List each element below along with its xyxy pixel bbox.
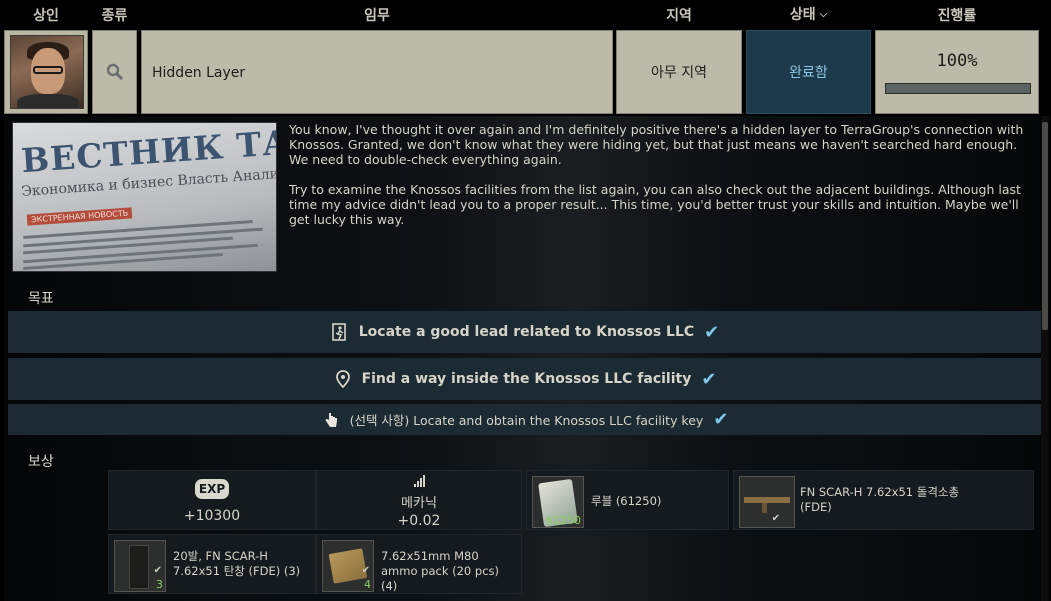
reward-roubles[interactable]: 61250 루블 (61250) [526, 470, 729, 530]
progress-bar-fill [886, 84, 1030, 93]
scrollbar-thumb[interactable] [1042, 122, 1048, 330]
found-in-raid-icon: ✔ [361, 565, 370, 576]
magazine-label: 20발, FN SCAR-H 7.62x51 탄창 (FDE) (3) [173, 549, 301, 578]
location-pin-icon [334, 370, 352, 388]
quest-location: 아무 지역 [616, 30, 742, 114]
table-header: 상인 종류 임무 지역 상태 ⌵ 진행률 [0, 0, 1051, 30]
check-icon: ✔ [704, 321, 720, 343]
magazine-item-image[interactable]: ✔ 3 [114, 540, 166, 592]
objective-1: Locate a good lead related to Knossos LL… [8, 311, 1042, 353]
skill-level-icon [414, 475, 425, 487]
quest-type-cell [92, 30, 137, 114]
progress-percent: 100% [936, 51, 978, 71]
exit-door-icon [331, 323, 349, 341]
reward-ammo-pack[interactable]: ✔ 4 7.62x51mm M80 ammo pack (20 pcs) (4) [316, 534, 522, 594]
magazine-icon [129, 545, 149, 589]
reward-rifle[interactable]: ✔ FN SCAR-H 7.62x51 돌격소총 (FDE) [733, 470, 1034, 530]
check-icon: ✔ [713, 409, 729, 430]
found-in-raid-icon: ✔ [153, 565, 162, 576]
rewards-label: 보상 [28, 454, 54, 470]
ammo-pack-item-image[interactable]: ✔ 4 [322, 540, 374, 592]
quest-image-newspaper: ВЕСТНИК ТАР Экономика и бизнес Власть Ан… [12, 122, 277, 272]
skill-name: 메카닉 [401, 496, 437, 511]
objective-2: Find a way inside the Knossos LLC facili… [8, 358, 1042, 400]
rifle-icon [744, 497, 790, 503]
quest-details-panel: ВЕСТНИК ТАР Экономика и бизнес Власть Ан… [4, 116, 1042, 601]
header-type[interactable]: 종류 [92, 0, 137, 30]
trader-avatar [10, 35, 84, 109]
quest-progress-cell: 100% [875, 30, 1039, 114]
quest-name: Hidden Layer [141, 30, 613, 114]
ammo-pack-label: 7.62x51mm M80 ammo pack (20 pcs) (4) [381, 549, 500, 593]
header-status-label: 상태 [789, 7, 816, 23]
details-scrollbar[interactable] [1041, 116, 1049, 601]
reward-skill[interactable]: 메카닉 +0.02 [316, 470, 522, 530]
header-progress[interactable]: 진행률 [875, 0, 1039, 30]
objective-3-text: (선택 사항) Locate and obtain the Knossos LL… [349, 413, 704, 428]
ammo-pack-count: 4 [364, 578, 371, 591]
quest-row[interactable]: Hidden Layer 아무 지역 완료함 100% [0, 30, 1051, 116]
exp-value: +10300 [183, 508, 241, 524]
reward-magazine[interactable]: ✔ 3 20발, FN SCAR-H 7.62x51 탄창 (FDE) (3) [108, 534, 316, 594]
newspaper-text-lines [23, 219, 273, 270]
skill-value: +0.02 [397, 513, 441, 529]
quest-description: You know, I've thought it over again and… [289, 122, 1029, 242]
objective-3-optional: (선택 사항) Locate and obtain the Knossos LL… [8, 404, 1042, 435]
found-in-raid-icon: ✔ [771, 513, 780, 524]
rifle-label: FN SCAR-H 7.62x51 돌격소총 (FDE) [800, 485, 960, 514]
roubles-label: 루블 (61250) [591, 494, 662, 508]
hand-pointer-icon [322, 411, 340, 429]
description-paragraph-2: Try to examine the Knossos facilities fr… [289, 182, 1021, 227]
magazine-count: 3 [156, 578, 163, 591]
rifle-item-image[interactable]: ✔ [739, 476, 795, 528]
chevron-down-icon: ⌵ [819, 9, 828, 20]
objectives-label: 목표 [28, 291, 54, 307]
objective-1-text: Locate a good lead related to Knossos LL… [358, 324, 695, 340]
trader-portrait-cell[interactable] [4, 30, 88, 114]
objective-2-text: Find a way inside the Knossos LLC facili… [361, 371, 692, 387]
magnifier-icon [106, 63, 123, 81]
description-paragraph-1: You know, I've thought it over again and… [289, 122, 1024, 167]
header-quest[interactable]: 임무 [141, 0, 613, 30]
header-status[interactable]: 상태 ⌵ [746, 0, 871, 30]
roubles-count: 61250 [546, 514, 581, 527]
exp-icon: EXP [195, 479, 229, 499]
reward-exp[interactable]: EXP +10300 [108, 470, 316, 530]
header-trader[interactable]: 상인 [4, 0, 88, 30]
progress-bar [885, 83, 1031, 94]
header-location[interactable]: 지역 [616, 0, 742, 30]
roubles-item-image[interactable]: 61250 [532, 476, 584, 528]
quest-status: 완료함 [746, 30, 871, 114]
check-icon: ✔ [701, 368, 717, 390]
